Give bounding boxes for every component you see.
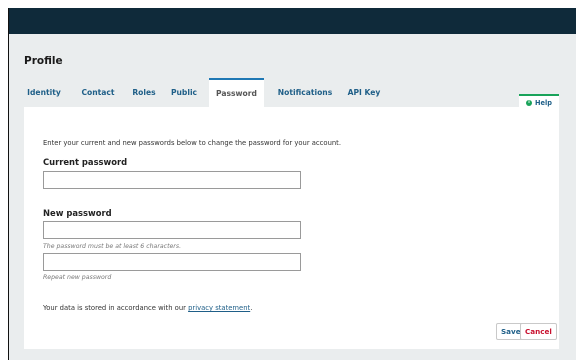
tab-identity[interactable]: Identity <box>24 78 64 107</box>
privacy-suffix: . <box>250 304 253 312</box>
cancel-button[interactable]: Cancel <box>520 323 557 340</box>
tab-contact[interactable]: Contact <box>79 78 117 107</box>
repeat-password-input[interactable] <box>43 253 301 271</box>
app-frame: Profile Identity Contact Roles Public Pa… <box>8 8 576 360</box>
info-icon: i <box>526 100 532 106</box>
tab-public[interactable]: Public <box>169 78 199 107</box>
repeat-password-hint: Repeat new password <box>43 274 112 281</box>
tab-roles[interactable]: Roles <box>129 78 159 107</box>
new-password-hint: The password must be at least 6 characte… <box>43 243 182 250</box>
new-password-input[interactable] <box>43 221 301 239</box>
privacy-notice: Your data is stored in accordance with o… <box>43 304 252 312</box>
privacy-statement-link[interactable]: privacy statement <box>188 304 250 312</box>
current-password-label: Current password <box>43 157 128 167</box>
tab-password[interactable]: Password <box>209 78 264 107</box>
tab-notifications[interactable]: Notifications <box>275 78 335 107</box>
current-password-input[interactable] <box>43 171 301 189</box>
top-header-bar <box>9 8 576 34</box>
new-password-label: New password <box>43 208 112 218</box>
page-title: Profile <box>24 55 63 67</box>
password-form-panel: Enter your current and new passwords bel… <box>24 107 559 349</box>
tab-api-key[interactable]: API Key <box>346 78 382 107</box>
privacy-prefix: Your data is stored in accordance with o… <box>43 304 189 312</box>
help-label: Help <box>535 99 552 107</box>
form-intro-text: Enter your current and new passwords bel… <box>43 139 342 147</box>
